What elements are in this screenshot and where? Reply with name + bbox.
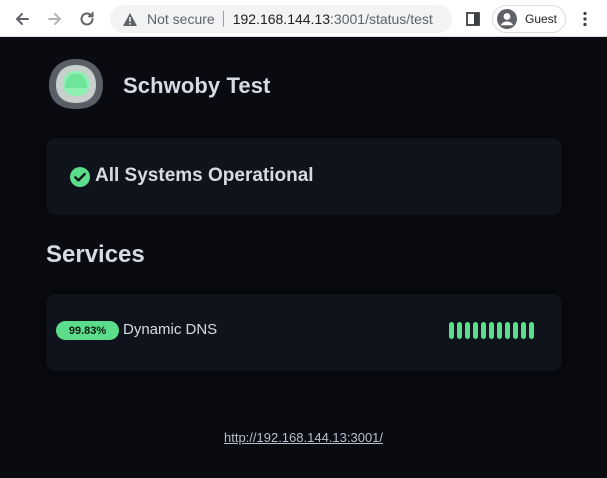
security-label[interactable]: Not secure bbox=[147, 11, 215, 27]
heartbeat-beat[interactable] bbox=[481, 322, 486, 339]
site-title: Schwoby Test bbox=[123, 73, 271, 98]
footer-link[interactable]: http://192.168.144.13:3001/ bbox=[0, 430, 607, 445]
heartbeat-bar bbox=[449, 322, 534, 339]
profile-label: Guest bbox=[525, 12, 558, 26]
heartbeat-beat[interactable] bbox=[513, 322, 518, 339]
arrow-left-icon bbox=[16, 13, 29, 25]
heartbeat-beat[interactable] bbox=[473, 322, 478, 339]
heartbeat-beat[interactable] bbox=[497, 322, 502, 339]
side-panel-icon bbox=[466, 12, 480, 26]
forward-button[interactable] bbox=[42, 6, 68, 32]
overall-status-card: All Systems Operational bbox=[46, 138, 562, 215]
site-logo-icon bbox=[47, 57, 105, 111]
heartbeat-beat[interactable] bbox=[529, 322, 534, 339]
service-list: 99.83% Dynamic DNS bbox=[46, 294, 562, 371]
browser-menu-button[interactable] bbox=[576, 8, 594, 30]
services-heading: Services bbox=[46, 241, 145, 268]
heartbeat-beat[interactable] bbox=[521, 322, 526, 339]
profile-button[interactable]: Guest bbox=[492, 5, 566, 33]
avatar-icon bbox=[497, 9, 517, 29]
reload-icon bbox=[80, 11, 94, 26]
url-host: 192.168.144.13 bbox=[232, 11, 331, 27]
heartbeat-beat[interactable] bbox=[457, 322, 462, 339]
back-button[interactable] bbox=[9, 6, 35, 32]
heartbeat-beat[interactable] bbox=[505, 322, 510, 339]
heartbeat-beat[interactable] bbox=[489, 322, 494, 339]
check-circle-icon bbox=[70, 167, 90, 187]
side-panel-button[interactable] bbox=[462, 8, 484, 30]
heartbeat-beat[interactable] bbox=[449, 322, 454, 339]
arrow-right-icon bbox=[48, 13, 61, 25]
browser-toolbar: Not secure 192.168.144.13:3001/status/te… bbox=[0, 0, 607, 37]
uptime-badge: 99.83% bbox=[56, 321, 119, 340]
reload-button[interactable] bbox=[74, 6, 100, 32]
heartbeat-beat[interactable] bbox=[465, 322, 470, 339]
url-path: :3001/status/test bbox=[330, 11, 433, 27]
more-vertical-icon bbox=[583, 11, 587, 27]
overall-status-text: All Systems Operational bbox=[95, 165, 314, 186]
service-name: Dynamic DNS bbox=[123, 321, 218, 338]
address-bar[interactable]: Not secure 192.168.144.13:3001/status/te… bbox=[110, 5, 452, 33]
status-page: Schwoby Test All Systems Operational Ser… bbox=[0, 37, 607, 478]
warning-icon bbox=[122, 10, 140, 28]
address-separator bbox=[222, 11, 224, 27]
